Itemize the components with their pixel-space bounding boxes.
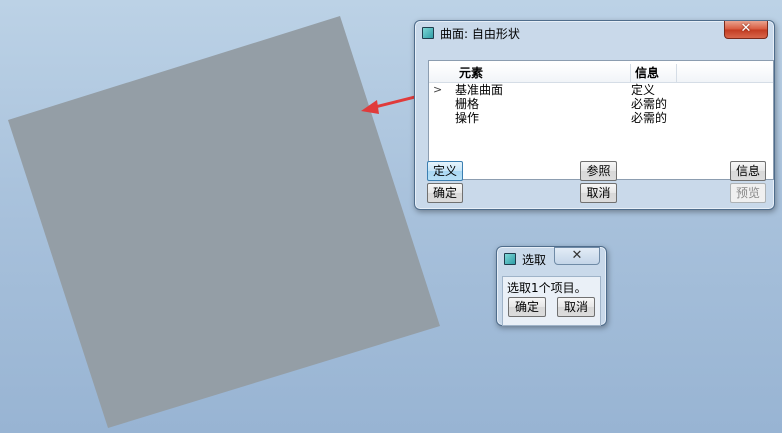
preview-button[interactable]: 预览 (730, 183, 766, 203)
column-header-info[interactable]: 信息 (631, 64, 677, 82)
row-element: 栅格 (455, 97, 480, 111)
freeform-surface-dialog: 曲面: 自由形状 ✕ 元素 信息 > 基准曲面 定义 栅格 必需的 操作 必需的… (414, 20, 775, 210)
row-info: 必需的 (631, 111, 668, 125)
row-element: 操作 (455, 111, 480, 125)
ok-button[interactable]: 确定 (427, 183, 463, 203)
select-title: 选取 (522, 252, 547, 267)
window-icon (422, 27, 434, 39)
surface-polygon[interactable] (8, 16, 440, 428)
window-icon (504, 253, 516, 265)
freeform-surface[interactable] (8, 16, 440, 428)
row-info: 必需的 (631, 97, 668, 111)
row-element: 基准曲面 (455, 83, 504, 97)
select-cancel-button[interactable]: 取消 (557, 297, 595, 317)
dialog-titlebar[interactable]: 曲面: 自由形状 (415, 21, 774, 45)
close-button[interactable]: ✕ (724, 21, 768, 39)
list-item[interactable]: > 基准曲面 定义 (429, 83, 773, 97)
list-item[interactable]: 操作 必需的 (429, 111, 773, 125)
cancel-button[interactable]: 取消 (580, 183, 617, 203)
row-info: 定义 (631, 83, 656, 97)
reference-button[interactable]: 参照 (580, 161, 617, 181)
define-button[interactable]: 定义 (427, 161, 463, 181)
select-dialog: 选取 ✕ 选取1个项目。 确定 取消 (496, 246, 607, 326)
column-header-element[interactable]: 元素 (455, 64, 631, 82)
select-message: 选取1个项目。 (507, 281, 587, 295)
select-close-button[interactable]: ✕ (554, 247, 600, 265)
info-button[interactable]: 信息 (730, 161, 766, 181)
dialog-title: 曲面: 自由形状 (440, 26, 520, 41)
current-row-marker-icon: > (433, 83, 443, 96)
list-item[interactable]: 栅格 必需的 (429, 97, 773, 111)
select-ok-button[interactable]: 确定 (508, 297, 546, 317)
list-header: 元素 信息 (429, 64, 773, 83)
select-body: 选取1个项目。 确定 取消 (502, 276, 601, 326)
